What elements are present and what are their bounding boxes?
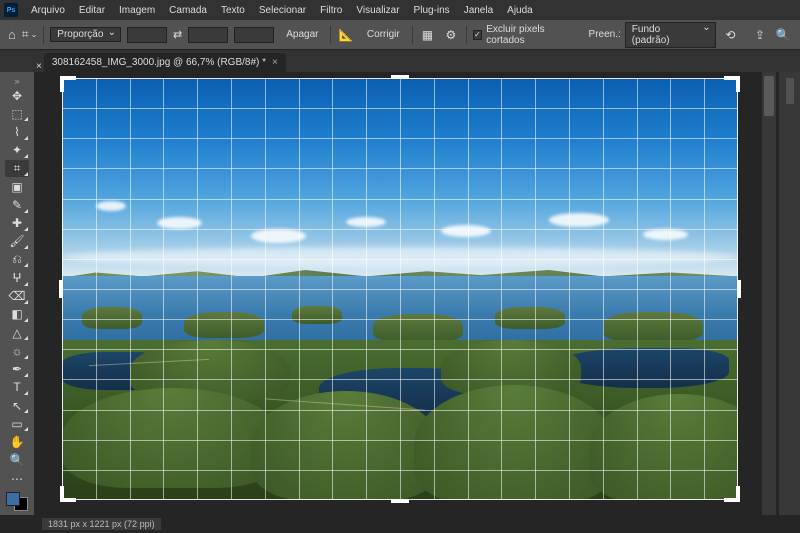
content-aware-fill-option[interactable]: Preen.: Fundo (padrão) (589, 22, 716, 48)
search-icon[interactable]: 🔍 (775, 26, 792, 44)
swap-dimensions-icon[interactable]: ⇄ (173, 28, 182, 41)
crop-tool-icon[interactable]: ⌗⌄ (22, 27, 37, 42)
clear-button[interactable]: Apagar (280, 27, 324, 42)
document-tab-bar: × 308162458_IMG_3000.jpg @ 66,7% (RGB/8#… (0, 50, 800, 72)
document-dimensions-label: 1831 px x 1221 px (72 ppi) (42, 518, 161, 530)
vertical-scrollbar[interactable] (762, 72, 776, 515)
tool-eyedropper[interactable]: ✎ (5, 196, 29, 213)
tool-crop[interactable]: ⌗ (5, 160, 29, 177)
tool-hand[interactable]: ✋ (5, 433, 29, 450)
canvas-area[interactable] (34, 72, 778, 515)
menu-texto[interactable]: Texto (214, 3, 252, 18)
tool-history-brush[interactable]: ⵖ (5, 269, 29, 286)
menu-visualizar[interactable]: Visualizar (349, 3, 406, 18)
tool-magic-wand[interactable]: ✦ (5, 142, 29, 159)
reset-crop-icon[interactable]: ⟲ (722, 26, 739, 44)
menu-ajuda[interactable]: Ajuda (500, 3, 540, 18)
close-tab-icon[interactable]: × (272, 57, 278, 68)
tool-lasso[interactable]: ⌇ (5, 123, 29, 140)
menu-camada[interactable]: Camada (162, 3, 214, 18)
menu-selecionar[interactable]: Selecionar (252, 3, 313, 18)
straighten-icon[interactable]: 📐 (337, 26, 354, 44)
menu-filtro[interactable]: Filtro (313, 3, 349, 18)
options-bar: ⌂ ⌗⌄ Proporção ⇄ Apagar 📐 Corrigir ▦ ⚙ ✓… (0, 20, 800, 50)
tool-edit-toolbar[interactable]: ⋯ (5, 470, 29, 487)
fill-prefix-label: Preen.: (589, 29, 621, 40)
crop-resolution-input[interactable] (234, 27, 274, 43)
crop-options-icon[interactable]: ⚙ (442, 26, 459, 44)
right-panel-dock[interactable] (778, 72, 800, 515)
tool-path-select[interactable]: ↖ (5, 397, 29, 414)
document-tab[interactable]: 308162458_IMG_3000.jpg @ 66,7% (RGB/8#) … (44, 53, 286, 72)
tool-blur[interactable]: △ (5, 324, 29, 341)
home-icon[interactable]: ⌂ (8, 27, 16, 42)
tool-eraser[interactable]: ⌫ (5, 288, 29, 305)
crop-height-input[interactable] (188, 27, 228, 43)
tool-rect-marquee[interactable]: ⬚ (5, 105, 29, 122)
document-canvas[interactable] (62, 78, 738, 500)
share-icon[interactable]: ⇪ (751, 26, 768, 44)
tool-clone[interactable]: ⎌ (5, 251, 29, 268)
delete-cropped-label: Excluir pixels cortados (486, 24, 582, 46)
menu-imagem[interactable]: Imagem (112, 3, 162, 18)
tool-rectangle[interactable]: ▭ (5, 415, 29, 432)
tool-type[interactable]: T (5, 379, 29, 396)
delete-cropped-pixels-checkbox[interactable]: ✓ Excluir pixels cortados (473, 24, 583, 46)
image-content (62, 78, 738, 500)
overlay-options-icon[interactable]: ▦ (419, 26, 436, 44)
tool-pen[interactable]: ✒ (5, 361, 29, 378)
ratio-preset-dropdown[interactable]: Proporção (50, 27, 121, 42)
tools-panel: » ✥⬚⌇✦⌗▣✎✚🖌⎌ⵖ⌫◧△☼✒T↖▭✋🔍⋯ (0, 72, 34, 515)
tool-gradient[interactable]: ◧ (5, 306, 29, 323)
crop-width-input[interactable] (127, 27, 167, 43)
menu-janela[interactable]: Janela (457, 3, 500, 18)
straighten-button[interactable]: Corrigir (361, 27, 406, 42)
menu-bar: Ps ArquivoEditarImagemCamadaTextoSelecio… (0, 0, 800, 20)
tool-healing[interactable]: ✚ (5, 215, 29, 232)
tool-move[interactable]: ✥ (5, 87, 29, 104)
fill-dropdown[interactable]: Fundo (padrão) (625, 22, 716, 48)
menu-arquivo[interactable]: Arquivo (24, 3, 72, 18)
app-logo: Ps (4, 3, 18, 17)
tool-zoom[interactable]: 🔍 (5, 452, 29, 469)
workspace: » ✥⬚⌇✦⌗▣✎✚🖌⎌ⵖ⌫◧△☼✒T↖▭✋🔍⋯ (0, 72, 800, 515)
tool-frame[interactable]: ▣ (5, 178, 29, 195)
foreground-background-colors[interactable] (6, 492, 28, 511)
tool-brush[interactable]: 🖌 (5, 233, 29, 250)
tool-dodge[interactable]: ☼ (5, 342, 29, 359)
menu-editar[interactable]: Editar (72, 3, 112, 18)
status-bar: 1831 px x 1221 px (72 ppi) (0, 515, 800, 533)
document-tab-title: 308162458_IMG_3000.jpg @ 66,7% (RGB/8#) … (52, 57, 266, 68)
menu-plug-ins[interactable]: Plug-ins (407, 3, 457, 18)
